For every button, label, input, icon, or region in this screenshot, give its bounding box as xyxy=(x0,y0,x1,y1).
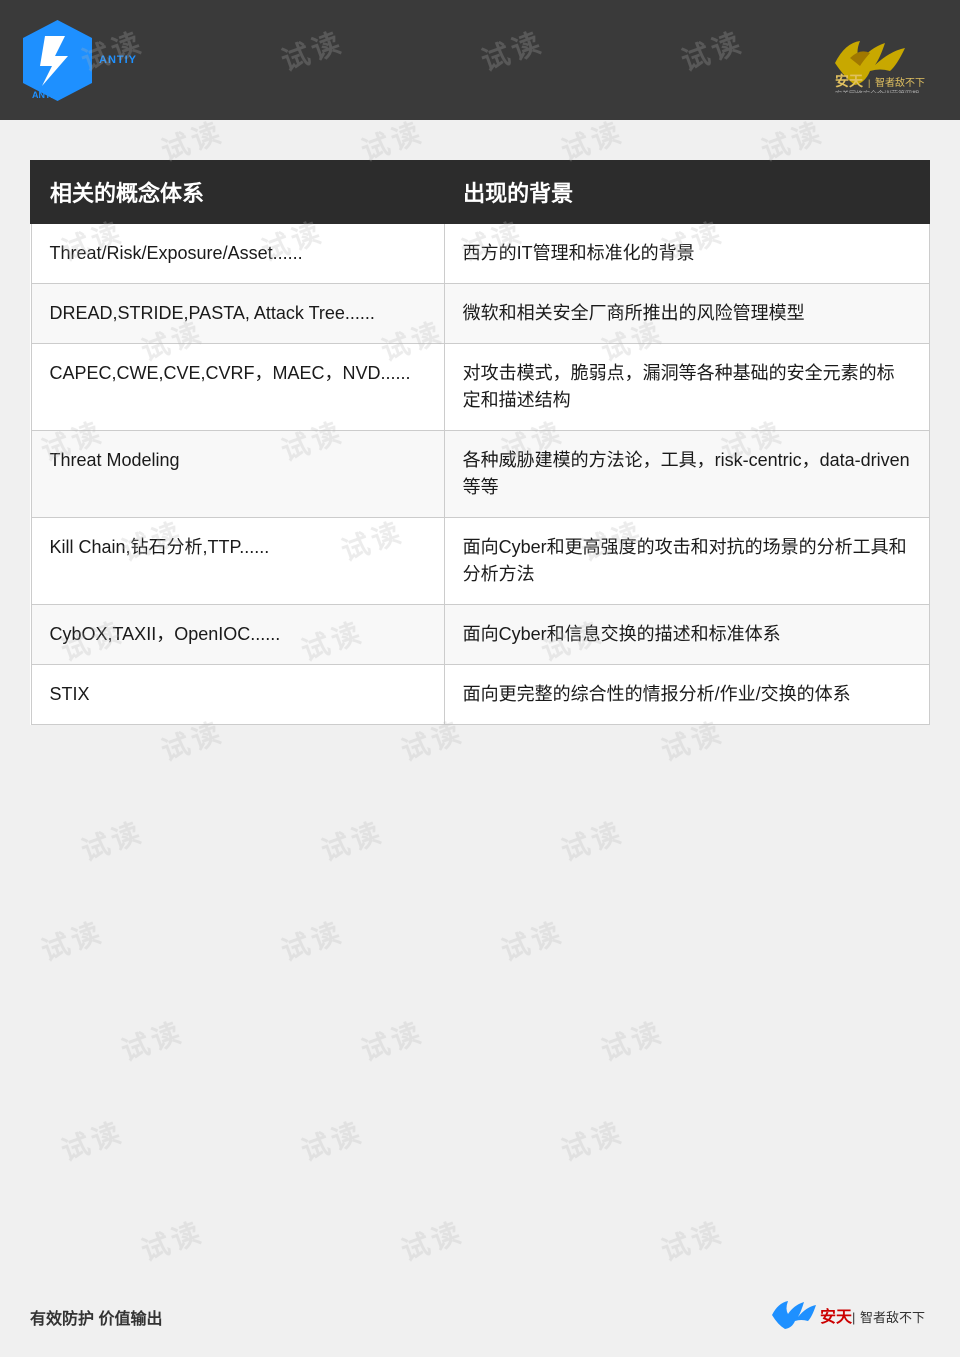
table-row: Kill Chain,钻石分析,TTP......面向Cyber和更高强度的攻击… xyxy=(31,518,929,605)
table-cell-concept: Threat/Risk/Exposure/Asset...... xyxy=(31,223,444,284)
table-cell-concept: Threat Modeling xyxy=(31,431,444,518)
table-row: CAPEC,CWE,CVE,CVRF，MAEC，NVD......对攻击模式，脆… xyxy=(31,344,929,431)
header: ANTIY ANTIY 安天 | 智者敌不下 安关网络安全令训营第四期 xyxy=(0,0,960,120)
footer-logo-icon: 安天 | 智者敌不下 xyxy=(770,1290,930,1345)
table-row: CybOX,TAXII，OpenIOC......面向Cyber和信息交换的描述… xyxy=(31,605,929,665)
concept-table: 相关的概念体系 出现的背景 Threat/Risk/Exposure/Asset… xyxy=(30,160,930,725)
table-header-col2: 出现的背景 xyxy=(444,161,929,223)
header-logo-area: ANTIY ANTIY xyxy=(20,18,137,103)
footer-slogan: 有效防护 价值输出 xyxy=(30,1305,162,1329)
table-cell-background: 对攻击模式，脆弱点，漏洞等各种基础的安全元素的标定和描述结构 xyxy=(444,344,929,431)
svg-text:智者敌不下: 智者敌不下 xyxy=(875,76,925,89)
table-row: Threat/Risk/Exposure/Asset......西方的IT管理和… xyxy=(31,223,929,284)
table-cell-concept: Kill Chain,钻石分析,TTP...... xyxy=(31,518,444,605)
svg-text:安天: 安天 xyxy=(820,1307,853,1326)
svg-text:|: | xyxy=(852,1310,855,1325)
table-cell-background: 西方的IT管理和标准化的背景 xyxy=(444,223,929,284)
header-right-logo: 安天 | 智者敌不下 安关网络安全令训营第四期 xyxy=(820,25,940,95)
footer: 有效防护 价值输出 安天 | 智者敌不下 xyxy=(0,1277,960,1357)
table-row: Threat Modeling各种威胁建模的方法论，工具，risk-centri… xyxy=(31,431,929,518)
table-header-col1: 相关的概念体系 xyxy=(31,161,444,223)
table-row: DREAD,STRIDE,PASTA, Attack Tree......微软和… xyxy=(31,284,929,344)
table-cell-concept: CAPEC,CWE,CVE,CVRF，MAEC，NVD...... xyxy=(31,344,444,431)
table-cell-background: 面向Cyber和信息交换的描述和标准体系 xyxy=(444,605,929,665)
svg-text:ANTIY: ANTIY xyxy=(32,90,59,100)
table-cell-background: 面向Cyber和更高强度的攻击和对抗的场景的分析工具和分析方法 xyxy=(444,518,929,605)
footer-right: 安天 | 智者敌不下 xyxy=(770,1290,930,1345)
svg-text:安天: 安天 xyxy=(835,73,864,89)
svg-text:智者敌不下: 智者敌不下 xyxy=(860,1310,925,1325)
main-content: 相关的概念体系 出现的背景 Threat/Risk/Exposure/Asset… xyxy=(0,120,960,1277)
table-row: STIX面向更完整的综合性的情报分析/作业/交换的体系 xyxy=(31,665,929,725)
table-cell-concept: STIX xyxy=(31,665,444,725)
antiy-logo-icon: ANTIY xyxy=(20,18,95,103)
logo-text: ANTIY xyxy=(99,54,137,66)
table-cell-background: 各种威胁建模的方法论，工具，risk-centric，data-driven等等 xyxy=(444,431,929,518)
svg-text:|: | xyxy=(868,78,870,88)
table-cell-background: 微软和相关安全厂商所推出的风险管理模型 xyxy=(444,284,929,344)
table-cell-background: 面向更完整的综合性的情报分析/作业/交换的体系 xyxy=(444,665,929,725)
svg-text:安关网络安全令训营第四期: 安关网络安全令训营第四期 xyxy=(835,89,919,93)
table-cell-concept: DREAD,STRIDE,PASTA, Attack Tree...... xyxy=(31,284,444,344)
right-logo-icon: 安天 | 智者敌不下 安关网络安全令训营第四期 xyxy=(830,28,940,93)
table-cell-concept: CybOX,TAXII，OpenIOC...... xyxy=(31,605,444,665)
